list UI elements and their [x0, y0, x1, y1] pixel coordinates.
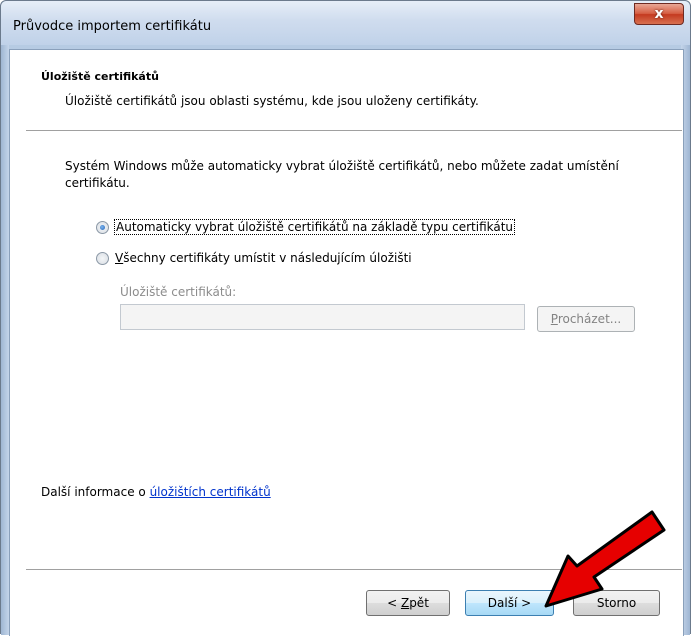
close-button[interactable]: x: [634, 3, 684, 25]
intro-text: Systém Windows může automaticky vybrat ú…: [65, 159, 619, 190]
cancel-button-label: Storno: [596, 596, 637, 610]
radio-manual-label[interactable]: Všechny certifikáty umístit v následujíc…: [115, 251, 412, 265]
close-icon: x: [654, 6, 664, 22]
header-divider: [26, 130, 682, 132]
next-button[interactable]: Další >: [465, 590, 554, 616]
page-title: Úložiště certifikátů: [41, 70, 159, 83]
window-title: Průvodce importem certifikátu: [13, 19, 212, 34]
radio-button-unchecked[interactable]: [96, 251, 109, 265]
store-input: [120, 304, 525, 330]
more-info-prefix: Další informace o: [41, 485, 150, 499]
browse-button: Procházet...: [537, 306, 635, 332]
radio-auto-select[interactable]: Automaticky vybrat úložiště certifikátů …: [96, 219, 516, 235]
radio-button-checked[interactable]: [96, 220, 109, 234]
next-button-label: Další >: [487, 596, 532, 610]
wizard-header: Úložiště certifikátů Úložiště certifikát…: [10, 50, 683, 130]
more-info-link[interactable]: úložištích certifikátů: [150, 485, 271, 499]
back-button[interactable]: < Zpět: [366, 590, 450, 616]
browse-button-label: Procházet...: [550, 312, 622, 326]
wizard-window: Průvodce importem certifikátu x Úložiště…: [0, 0, 691, 636]
cancel-button[interactable]: Storno: [573, 590, 660, 616]
radio-auto-label[interactable]: Automaticky vybrat úložiště certifikátů …: [113, 219, 516, 235]
page-subtitle: Úložiště certifikátů jsou oblasti systém…: [65, 94, 479, 108]
wizard-footer: < Zpět Další > Storno: [10, 570, 683, 636]
store-field-label: Úložiště certifikátů:: [120, 285, 237, 299]
wizard-client-area: Úložiště certifikátů Úložiště certifikát…: [9, 49, 684, 636]
radio-manual-store[interactable]: Všechny certifikáty umístit v následujíc…: [96, 251, 412, 265]
back-button-label: < Zpět: [387, 596, 429, 610]
window-frame-left: [1, 45, 9, 635]
more-info: Další informace o úložištích certifikátů: [41, 485, 271, 499]
title-bar[interactable]: Průvodce importem certifikátu x: [1, 1, 690, 45]
